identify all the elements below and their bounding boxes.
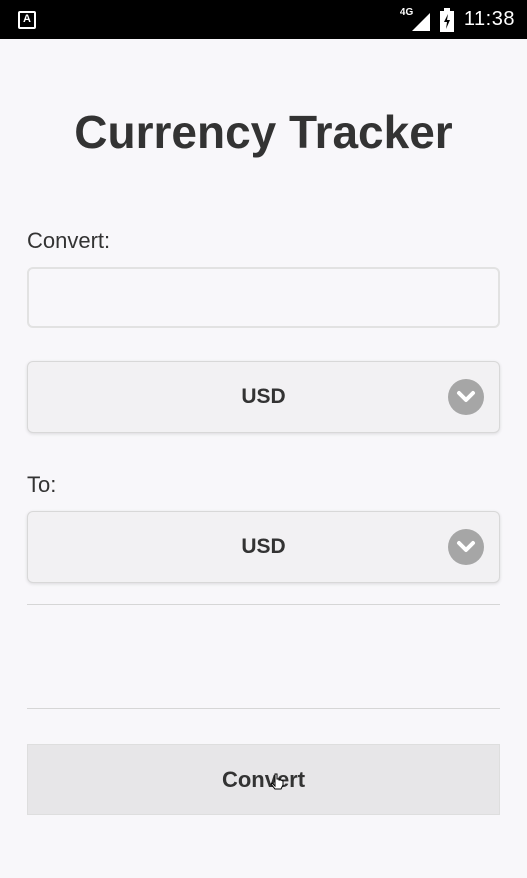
notification-icon-letter: A xyxy=(23,13,31,25)
convert-button[interactable]: Convert xyxy=(27,744,500,815)
signal-icon xyxy=(411,12,430,31)
status-right: 4G 11:38 xyxy=(400,7,515,32)
convert-label: Convert: xyxy=(27,228,111,253)
status-bar: A 4G 11:38 xyxy=(0,0,527,39)
result-divider-top xyxy=(27,604,500,605)
status-left: A xyxy=(18,10,36,29)
status-clock: 11:38 xyxy=(463,8,515,30)
notification-icon: A xyxy=(18,10,36,29)
network-indicator: 4G xyxy=(400,7,430,31)
amount-input[interactable] xyxy=(27,267,500,328)
battery-icon xyxy=(439,7,454,32)
page-title: Currency Tracker xyxy=(74,106,453,158)
to-currency-value: USD xyxy=(241,535,286,558)
chevron-down-icon xyxy=(448,529,484,565)
from-currency-select[interactable]: USD xyxy=(27,361,500,433)
to-label: To: xyxy=(27,472,57,497)
result-divider-bottom xyxy=(27,708,500,709)
from-currency-value: USD xyxy=(241,385,286,408)
convert-button-label: Convert xyxy=(221,766,306,792)
chevron-down-icon xyxy=(448,379,484,415)
to-currency-select[interactable]: USD xyxy=(27,511,500,583)
conversion-result xyxy=(27,606,500,706)
